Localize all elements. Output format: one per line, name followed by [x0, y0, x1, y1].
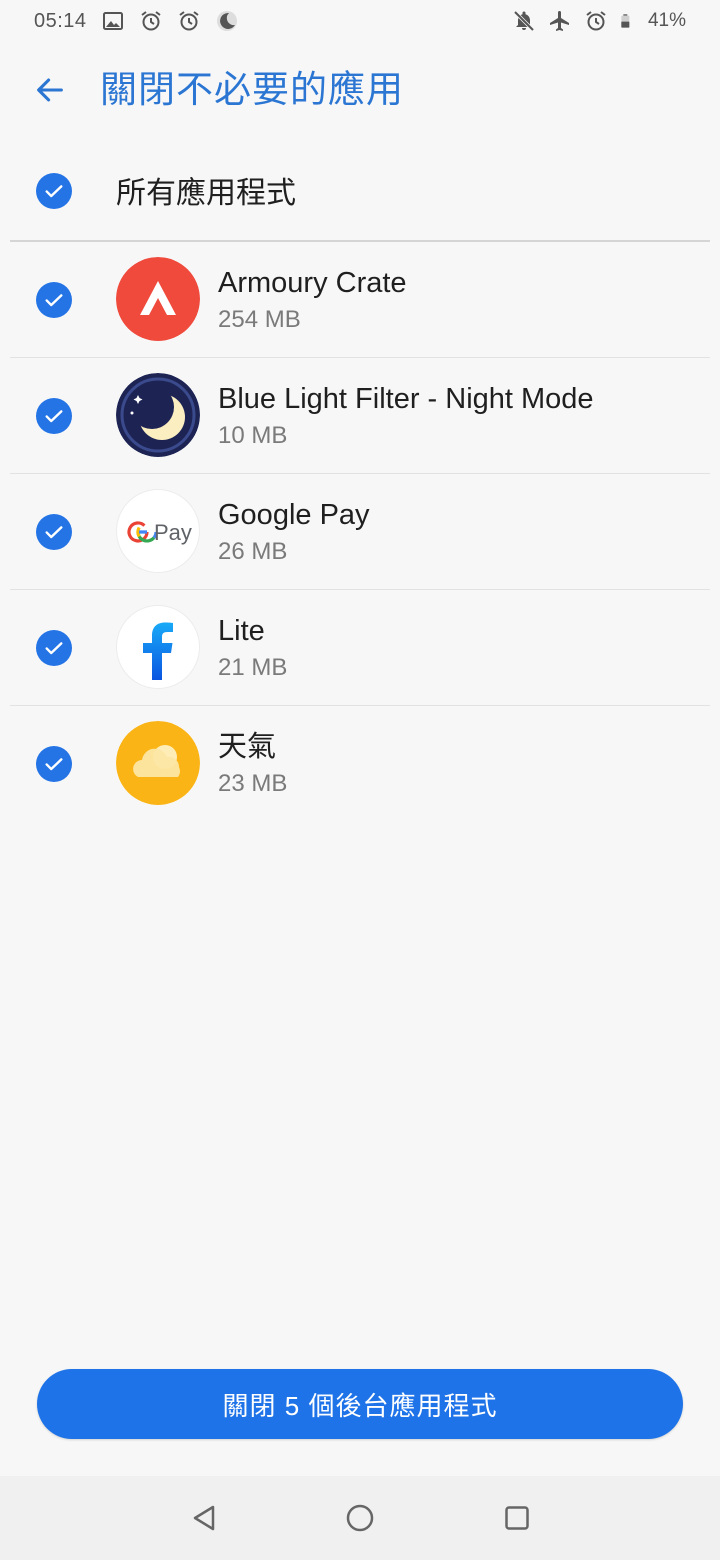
battery-icon	[621, 14, 630, 28]
checkmark-icon	[45, 642, 63, 655]
select-all-checkbox[interactable]	[36, 173, 72, 209]
page-title: 關閉不必要的應用	[100, 69, 404, 110]
select-all-row[interactable]: 所有應用程式	[0, 150, 720, 240]
facebook-lite-icon	[116, 605, 200, 689]
app-size: 21 MB	[218, 654, 288, 681]
notifications-off-icon	[513, 10, 535, 32]
close-background-apps-button[interactable]: 關閉 5 個後台應用程式	[37, 1369, 683, 1439]
list-item[interactable]: Pay Google Pay 26 MB	[0, 474, 720, 590]
airplane-mode-icon	[549, 11, 569, 31]
recents-square-icon	[505, 1506, 529, 1530]
alarm-icon	[140, 11, 161, 31]
checkmark-icon	[45, 185, 63, 198]
navigation-bar	[0, 1476, 720, 1560]
app-size: 23 MB	[218, 770, 288, 797]
app-name: Armoury Crate	[218, 267, 407, 299]
app-size: 26 MB	[218, 538, 288, 565]
weather-icon	[116, 721, 200, 805]
nav-back-button[interactable]	[184, 1498, 224, 1538]
app-size: 254 MB	[218, 306, 301, 333]
checkmark-icon	[45, 526, 63, 539]
app-name: Google Pay	[218, 499, 370, 531]
checkmark-icon	[45, 410, 63, 423]
alarm-icon	[586, 11, 606, 31]
status-bar-left: 05:14	[34, 9, 239, 33]
status-bar-right: 41%	[512, 9, 686, 33]
list-item[interactable]: Lite 21 MB	[0, 590, 720, 706]
checkmark-icon	[45, 758, 63, 771]
blue-light-filter-icon	[116, 373, 200, 457]
app-bar: 關閉不必要的應用	[0, 56, 720, 126]
select-all-label: 所有應用程式	[116, 177, 296, 210]
back-triangle-icon	[193, 1505, 215, 1531]
app-name: Lite	[218, 615, 265, 647]
app-name: Blue Light Filter - Night Mode	[218, 383, 594, 415]
armoury-crate-icon	[116, 257, 200, 341]
app-checkbox[interactable]	[36, 398, 72, 434]
image-icon	[102, 12, 123, 30]
nav-recents-button[interactable]	[497, 1498, 537, 1538]
checkmark-icon	[45, 294, 63, 307]
app-checkbox[interactable]	[36, 282, 72, 318]
google-pay-text: Pay	[154, 520, 192, 545]
back-button[interactable]	[26, 66, 74, 114]
list-item[interactable]: Blue Light Filter - Night Mode 10 MB	[0, 358, 720, 474]
moon-icon	[216, 11, 237, 31]
status-time: 05:14	[34, 9, 87, 32]
nav-home-button[interactable]	[340, 1498, 380, 1538]
list-item[interactable]: Armoury Crate 254 MB	[0, 242, 720, 358]
list-item[interactable]: 天氣 23 MB	[0, 706, 720, 822]
google-pay-icon: Pay	[116, 489, 200, 573]
app-checkbox[interactable]	[36, 746, 72, 782]
status-bar: 05:14 41%	[0, 0, 720, 44]
battery-percent: 41%	[647, 10, 686, 31]
alarm-icon	[178, 11, 199, 31]
app-checkbox[interactable]	[36, 630, 72, 666]
app-list: Armoury Crate 254 MB Blue Light Filter -…	[0, 242, 720, 822]
app-checkbox[interactable]	[36, 514, 72, 550]
app-size: 10 MB	[218, 422, 288, 449]
app-name: 天氣	[218, 731, 277, 763]
home-circle-icon	[346, 1504, 374, 1532]
arrow-left-icon	[37, 78, 63, 102]
